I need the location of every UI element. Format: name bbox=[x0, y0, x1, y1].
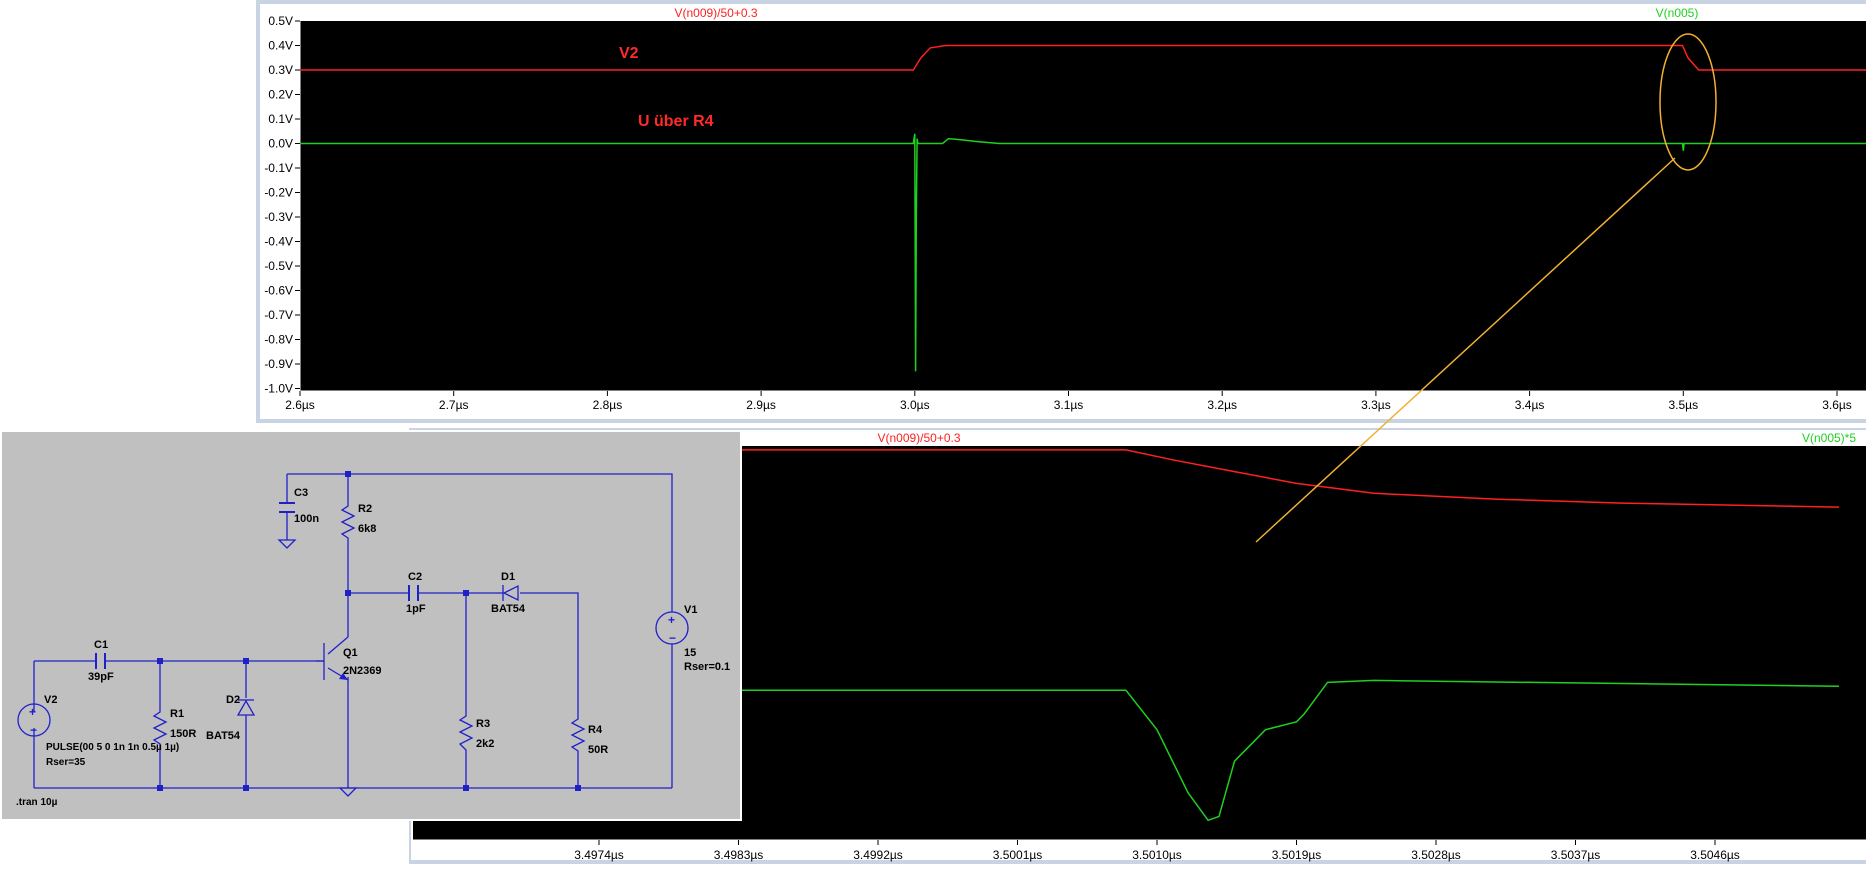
label-c2-value: 1pF bbox=[406, 603, 426, 615]
label-c1-name: C1 bbox=[94, 639, 108, 651]
svg-text:−: − bbox=[669, 631, 676, 645]
top-y-tick-label: -1.0V bbox=[264, 382, 293, 396]
bottom-x-tick-label: 3.5046µs bbox=[1690, 848, 1740, 862]
top-x-tick-label: 3.4µs bbox=[1515, 398, 1545, 412]
bottom-x-tick-label: 3.5028µs bbox=[1411, 848, 1461, 862]
top-trace-title-green[interactable]: V(n005) bbox=[1656, 6, 1699, 20]
top-plot-area[interactable] bbox=[300, 21, 1866, 391]
top-y-tick-label: -0.5V bbox=[264, 259, 293, 273]
label-r4-value: 50R bbox=[588, 744, 608, 756]
top-x-tick-label: 3.1µs bbox=[1054, 398, 1084, 412]
top-y-tick-label: -0.8V bbox=[264, 333, 293, 347]
label-q1-value: 2N2369 bbox=[343, 665, 382, 677]
top-plot-svg[interactable]: 0.5V 0.4V 0.3V 0.2V 0.1V 0.0V -0.1V -0.2V -0.3V -… bbox=[256, 0, 1866, 423]
top-plot-window[interactable]: 0.5V 0.4V 0.3V 0.2V 0.1V 0.0V -0.1V -0.2V -0.3V -… bbox=[256, 0, 1866, 423]
label-d2-name: D2 bbox=[226, 694, 240, 706]
label-c1-value: 39pF bbox=[88, 671, 114, 683]
top-y-tick-label: -0.6V bbox=[264, 284, 293, 298]
top-x-tick-label: 3.3µs bbox=[1361, 398, 1391, 412]
label-v1-rser: Rser=0.1 bbox=[684, 661, 730, 673]
top-y-tick-label: 0.2V bbox=[268, 88, 293, 102]
bottom-x-tick-label: 3.5001µs bbox=[993, 848, 1043, 862]
label-d1-name: D1 bbox=[501, 571, 515, 583]
label-r2-value: 6k8 bbox=[358, 523, 376, 535]
schematic-background bbox=[2, 432, 740, 819]
top-y-tick-label: 0.4V bbox=[268, 39, 293, 53]
top-y-tick-label: -0.7V bbox=[264, 308, 293, 322]
top-y-tick-label: -0.1V bbox=[264, 161, 293, 175]
bottom-x-tick-label: 3.4992µs bbox=[853, 848, 903, 862]
label-c3-name: C3 bbox=[294, 487, 308, 499]
label-q1-name: Q1 bbox=[343, 647, 358, 659]
label-v1-name: V1 bbox=[684, 604, 697, 616]
top-x-tick-label: 3.5µs bbox=[1668, 398, 1698, 412]
top-x-tick-label: 3.6µs bbox=[1822, 398, 1852, 412]
bottom-trace-title-red[interactable]: V(n009)/50+0.3 bbox=[877, 431, 960, 445]
label-c3-value: 100n bbox=[294, 513, 319, 525]
top-x-tick-label: 2.7µs bbox=[439, 398, 469, 412]
label-r1-name: R1 bbox=[170, 708, 184, 720]
label-v2-name: V2 bbox=[44, 694, 57, 706]
svg-text:−: − bbox=[30, 723, 37, 737]
label-v2-pulse: PULSE(00 5 0 1n 1n 0.5µ 1µ) bbox=[46, 742, 179, 753]
bottom-x-tick-label: 3.5010µs bbox=[1132, 848, 1182, 862]
top-y-tick-label: -0.4V bbox=[264, 235, 293, 249]
label-r4-name: R4 bbox=[588, 724, 603, 736]
top-x-tick-label: 2.9µs bbox=[746, 398, 776, 412]
top-trace-title-red[interactable]: V(n009)/50+0.3 bbox=[674, 6, 757, 20]
top-x-tick-label: 2.6µs bbox=[285, 398, 315, 412]
top-x-tick-label: 3.2µs bbox=[1207, 398, 1237, 412]
spice-directive-tran[interactable]: .tran 10µ bbox=[16, 797, 58, 808]
schematic-window[interactable]: + − + − C3 100n R2 6k8 C2 1pF D1 BAT54 V… bbox=[0, 430, 742, 821]
top-y-tick-label: -0.2V bbox=[264, 186, 293, 200]
top-x-tick-label: 2.8µs bbox=[593, 398, 623, 412]
label-c2-name: C2 bbox=[408, 571, 422, 583]
label-r1-value: 150R bbox=[170, 728, 196, 740]
top-y-tick-label: -0.3V bbox=[264, 210, 293, 224]
svg-text:+: + bbox=[668, 613, 675, 627]
top-y-tick-label: 0.5V bbox=[268, 14, 293, 28]
bottom-x-tick-label: 3.4983µs bbox=[714, 848, 764, 862]
label-d1-value: BAT54 bbox=[491, 603, 526, 615]
schematic-svg[interactable]: + − + − C3 100n R2 6k8 C2 1pF D1 BAT54 V… bbox=[0, 430, 742, 821]
label-r3-value: 2k2 bbox=[476, 738, 494, 750]
label-d2-value: BAT54 bbox=[206, 730, 241, 742]
label-r2-name: R2 bbox=[358, 503, 372, 515]
top-y-tick-label: 0.0V bbox=[268, 137, 293, 151]
label-v1-value: 15 bbox=[684, 647, 696, 659]
svg-text:+: + bbox=[29, 705, 36, 719]
top-y-tick-label: 0.3V bbox=[268, 63, 293, 77]
bottom-x-tick-label: 3.5019µs bbox=[1272, 848, 1322, 862]
top-x-tick-label: 3.0µs bbox=[900, 398, 930, 412]
bottom-x-tick-label: 3.5037µs bbox=[1551, 848, 1601, 862]
top-y-tick-label: 0.1V bbox=[268, 112, 293, 126]
label-r3-name: R3 bbox=[476, 718, 490, 730]
annotation-v2-label: V2 bbox=[619, 45, 639, 62]
bottom-trace-title-green[interactable]: V(n005)*5 bbox=[1802, 431, 1856, 445]
annotation-u-ueber-r4-label: U über R4 bbox=[638, 113, 714, 130]
bottom-x-tick-label: 3.4974µs bbox=[574, 848, 624, 862]
top-y-tick-label: -0.9V bbox=[264, 357, 293, 371]
label-v2-rser: Rser=35 bbox=[46, 757, 86, 768]
